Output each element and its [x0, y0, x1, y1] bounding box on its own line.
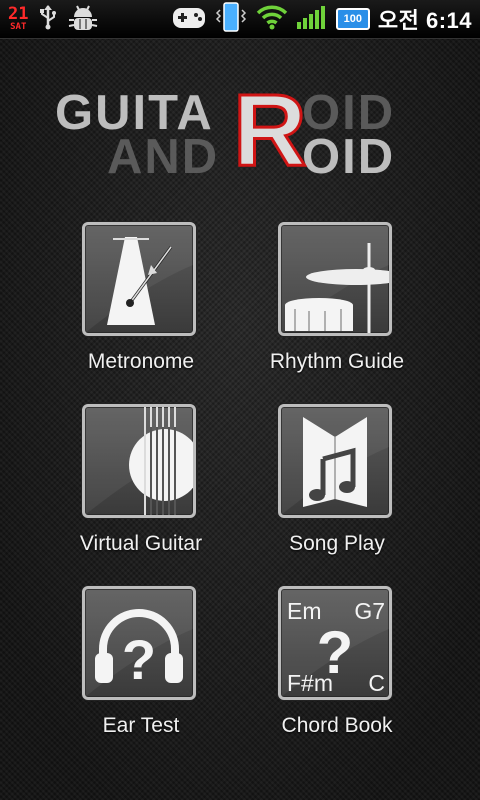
status-bar-left: 21 SAT — [8, 4, 98, 34]
metronome-icon — [85, 225, 193, 333]
chord-book-tile[interactable]: Em G7 ? F#m C — [278, 586, 392, 700]
menu-label-metronome: Metronome — [87, 350, 195, 373]
menu-label-rhythm-guide: Rhythm Guide — [269, 350, 405, 373]
logo-text-and: AND — [107, 130, 220, 184]
chord-c: C — [368, 670, 385, 696]
menu-item-ear-test[interactable]: ? Ear Test — [46, 586, 236, 751]
clock: 오전 6:14 — [378, 3, 472, 35]
song-play-tile[interactable] — [278, 404, 392, 518]
clock-ampm: 오전 — [377, 8, 420, 33]
ear-test-tile[interactable]: ? — [82, 586, 196, 700]
menu-item-song-play[interactable]: Song Play — [242, 404, 432, 569]
phone-vibrate-icon — [214, 2, 248, 36]
chord-g7: G7 — [354, 598, 385, 624]
drum-cymbal-icon — [281, 225, 389, 333]
calendar-date-icon: 21 SAT — [8, 6, 28, 32]
guitar-strings-icon — [85, 407, 193, 515]
rhythm-guide-tile[interactable] — [278, 222, 392, 336]
calendar-day: 21 — [8, 4, 29, 24]
metronome-tile[interactable] — [82, 222, 196, 336]
menu-item-chord-book[interactable]: Em G7 ? F#m C Chord Book — [242, 586, 432, 751]
usb-icon — [38, 4, 58, 34]
app-logo: GUITA OID AND OID R — [55, 78, 405, 184]
chord-book-icon: Em G7 ? F#m C — [281, 589, 389, 697]
menu-item-virtual-guitar[interactable]: Virtual Guitar — [46, 404, 236, 569]
ear-test-question-mark: ? — [122, 628, 156, 691]
calendar-weekday: SAT — [10, 22, 27, 32]
virtual-guitar-tile[interactable] — [82, 404, 196, 518]
clock-time: 6:14 — [425, 8, 472, 33]
logo-big-r: R — [232, 73, 309, 187]
menu-item-metronome[interactable]: Metronome — [46, 222, 236, 387]
songbook-music-note-icon — [281, 407, 389, 515]
menu-item-rhythm-guide[interactable]: Rhythm Guide — [242, 222, 432, 387]
menu-label-song-play: Song Play — [289, 532, 385, 555]
menu-label-chord-book: Chord Book — [281, 714, 393, 737]
gamepad-icon — [172, 4, 206, 34]
debug-bug-icon — [68, 3, 98, 35]
wifi-icon — [256, 4, 288, 34]
battery-icon: 100 — [335, 8, 370, 30]
logo-text-oid-bottom: OID — [302, 130, 396, 184]
status-bar-right: 100 오전 6:14 — [172, 2, 472, 36]
menu-label-virtual-guitar: Virtual Guitar — [79, 532, 203, 555]
status-bar: 21 SAT 100 오전 6:14 — [0, 0, 480, 39]
signal-icon — [296, 4, 328, 34]
menu-label-ear-test: Ear Test — [102, 714, 180, 737]
chord-f-sharp-m: F#m — [287, 670, 333, 696]
headphones-question-icon: ? — [85, 589, 193, 697]
